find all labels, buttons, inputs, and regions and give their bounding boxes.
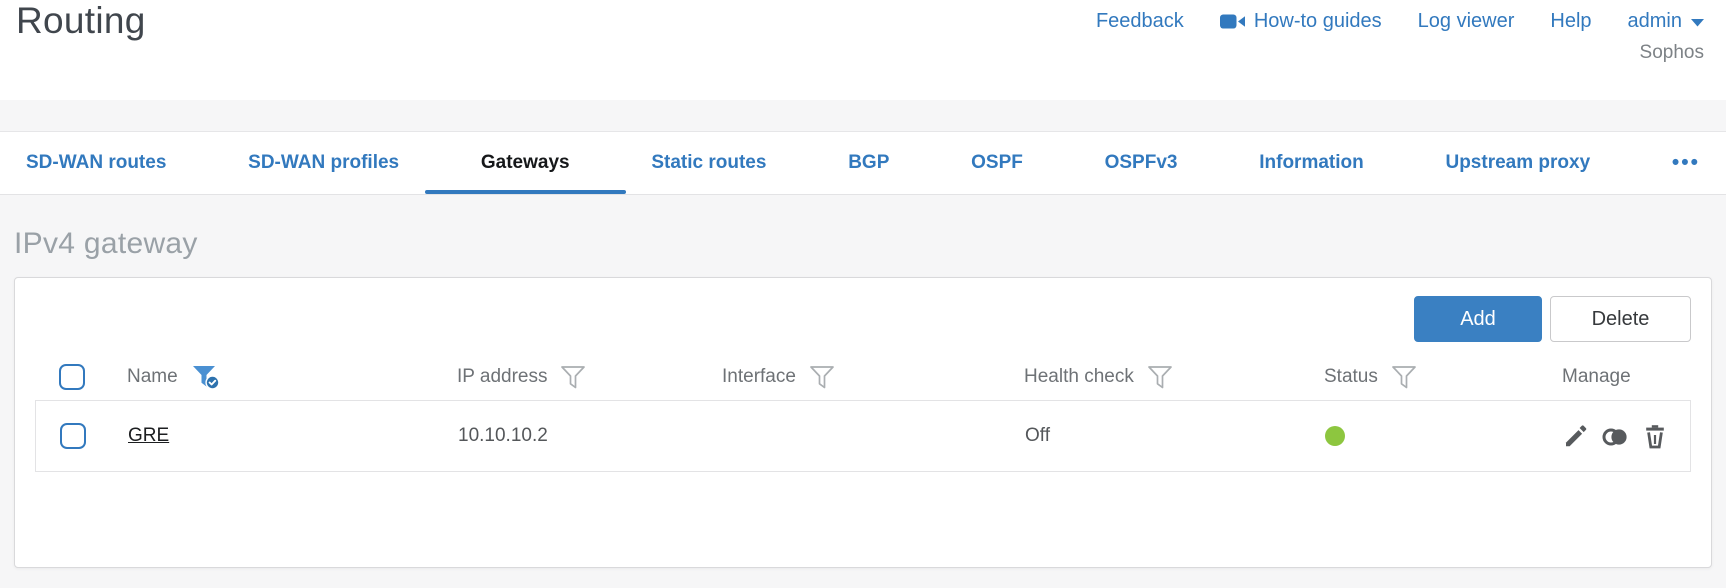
filter-icon[interactable] xyxy=(560,365,587,390)
cell-status xyxy=(1309,426,1547,446)
column-label-interface: Interface xyxy=(722,366,796,387)
tab-information[interactable]: Information xyxy=(1249,132,1374,194)
tab-static-routes[interactable]: Static routes xyxy=(641,132,776,194)
gateway-card: Add Delete Name IP address Interface Hea… xyxy=(14,277,1712,568)
section-title: IPv4 gateway xyxy=(14,227,198,260)
howto-guides-label: How-to guides xyxy=(1253,10,1382,32)
column-label-manage: Manage xyxy=(1562,366,1631,387)
howto-guides-link[interactable]: How-to guides xyxy=(1219,10,1382,33)
status-up-indicator xyxy=(1325,426,1345,446)
cell-name: GRE xyxy=(112,425,442,447)
filter-icon[interactable] xyxy=(1391,365,1418,390)
user-menu[interactable]: admin xyxy=(1628,10,1704,33)
table-header-row: Name IP address Interface Health check S… xyxy=(35,354,1691,400)
tab-upstream-proxy[interactable]: Upstream proxy xyxy=(1435,132,1600,194)
column-header-manage: Manage xyxy=(1546,366,1691,388)
filter-active-icon[interactable] xyxy=(191,364,221,390)
user-name: admin xyxy=(1627,10,1682,32)
column-header-ip-address: IP address xyxy=(441,365,706,390)
column-header-status: Status xyxy=(1308,365,1546,390)
cell-manage xyxy=(1547,423,1690,449)
row-select-cell xyxy=(36,423,112,449)
gateway-name-link[interactable]: GRE xyxy=(128,425,169,446)
page-title: Routing xyxy=(16,0,146,41)
delete-trash-icon[interactable] xyxy=(1642,423,1668,449)
main-content: IPv4 gateway Add Delete Name IP address … xyxy=(0,227,1726,568)
edit-pencil-icon[interactable] xyxy=(1563,423,1589,449)
brand-label: Sophos xyxy=(1639,42,1704,63)
filter-icon[interactable] xyxy=(1147,365,1174,390)
row-checkbox[interactable] xyxy=(60,423,86,449)
tab-ospfv3[interactable]: OSPFv3 xyxy=(1095,132,1188,194)
column-label-name: Name xyxy=(127,366,178,387)
tab-sdwan-profiles[interactable]: SD-WAN profiles xyxy=(238,132,409,194)
column-label-health-check: Health check xyxy=(1024,366,1134,387)
filter-icon[interactable] xyxy=(809,365,836,390)
column-label-ip-address: IP address xyxy=(457,366,548,387)
clone-icon[interactable] xyxy=(1602,423,1629,449)
tab-bgp[interactable]: BGP xyxy=(838,132,899,194)
tab-gateways[interactable]: Gateways xyxy=(424,132,626,194)
header-select-cell xyxy=(35,364,111,390)
top-header: Routing Feedback How-to guides Log viewe… xyxy=(0,0,1726,100)
tab-more-ellipsis[interactable]: ••• xyxy=(1662,132,1710,194)
chevron-down-icon xyxy=(1691,10,1704,33)
column-header-health-check: Health check xyxy=(1008,365,1308,390)
table-row: GRE 10.10.10.2 Off xyxy=(36,401,1690,471)
select-all-checkbox[interactable] xyxy=(59,364,85,390)
column-header-interface: Interface xyxy=(706,365,1008,390)
add-button[interactable]: Add xyxy=(1414,296,1542,342)
cell-ip-address: 10.10.10.2 xyxy=(458,425,548,446)
feedback-label: Feedback xyxy=(1095,10,1184,32)
feedback-link[interactable]: Feedback xyxy=(1096,10,1184,33)
delete-button[interactable]: Delete xyxy=(1550,296,1691,342)
table-actions: Add Delete xyxy=(35,296,1691,342)
table-body: GRE 10.10.10.2 Off xyxy=(35,400,1691,472)
help-label: Help xyxy=(1550,10,1592,32)
help-link[interactable]: Help xyxy=(1550,10,1591,33)
video-camera-icon xyxy=(1219,13,1245,30)
log-viewer-link[interactable]: Log viewer xyxy=(1418,10,1515,33)
column-label-status: Status xyxy=(1324,366,1378,387)
log-viewer-label: Log viewer xyxy=(1417,10,1515,32)
tab-sdwan-routes[interactable]: SD-WAN routes xyxy=(16,132,176,194)
tab-ospf[interactable]: OSPF xyxy=(961,132,1033,194)
column-header-name: Name xyxy=(111,364,441,390)
tab-bar: SD-WAN routes SD-WAN profiles Gateways S… xyxy=(0,131,1726,195)
utility-nav: Feedback How-to guides Log viewer Help a… xyxy=(1096,10,1704,33)
cell-health-check: Off xyxy=(1025,425,1050,446)
